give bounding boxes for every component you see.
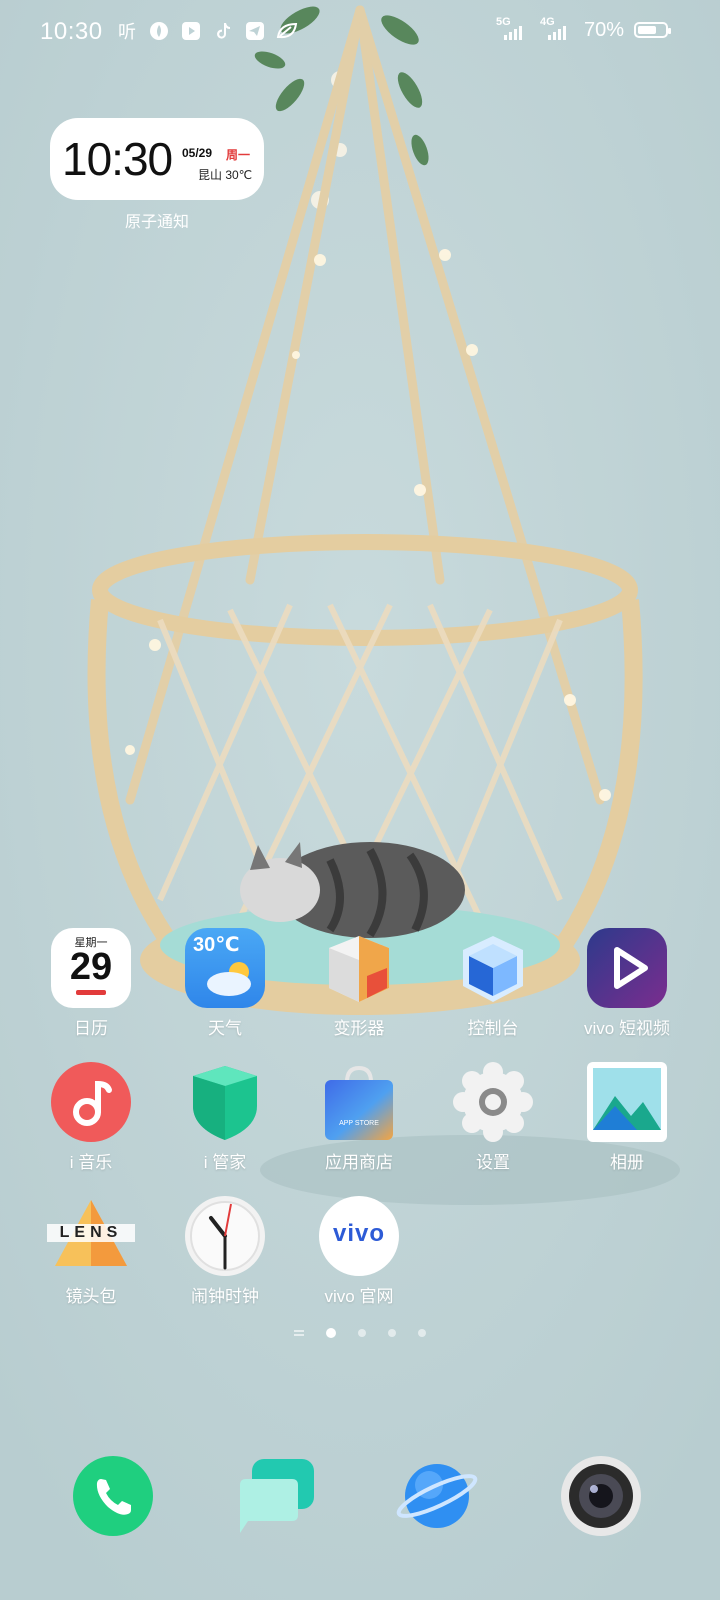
app-label: i 管家 [203, 1153, 247, 1172]
weather-icon: 30℃ [185, 928, 265, 1008]
app-settings[interactable]: 设置 [438, 1062, 548, 1173]
vivo-site-icon: vivo [319, 1196, 399, 1276]
app-short-video[interactable]: vivo 短视频 [572, 928, 682, 1039]
transformer-cube-icon [319, 928, 399, 1008]
app-vivo-site[interactable]: vivo vivo 官网 [304, 1196, 414, 1307]
app-label: i 音乐 [69, 1153, 113, 1172]
widget-time: 10:30 [62, 133, 173, 185]
page-dot-2[interactable] [358, 1329, 366, 1337]
app-console[interactable]: 控制台 [438, 928, 548, 1039]
ting-icon: 听 [118, 22, 136, 42]
lens-icon: LENS [47, 1196, 135, 1276]
app-label: vivo 官网 [324, 1287, 394, 1306]
page-indicator[interactable] [0, 1328, 720, 1338]
app-label: 应用商店 [325, 1153, 393, 1172]
app-label: 镜头包 [65, 1287, 117, 1306]
vivo-logo-text: vivo [332, 1220, 386, 1247]
widget-date: 05/29 [182, 146, 213, 160]
tiktok-icon [212, 20, 234, 42]
clock-icon [185, 1196, 265, 1276]
app-store-icon: APP STORE [319, 1062, 399, 1142]
app-music[interactable]: i 音乐 [36, 1062, 146, 1173]
status-bar: 10:30 听 5G 4G 70% [0, 0, 720, 70]
signal-5g-icon: 5G [496, 16, 530, 42]
app-lens[interactable]: LENS 镜头包 [36, 1196, 146, 1307]
clock-weather-widget[interactable]: 10:30 05/29 周一 昆山 30℃ [50, 118, 264, 200]
app-gallery[interactable]: 相册 [572, 1062, 682, 1173]
wallpaper-image [0, 0, 720, 1600]
browser-flame-icon [148, 20, 170, 42]
lens-logo-text: LENS [47, 1224, 135, 1242]
app-security-manager[interactable]: i 管家 [170, 1062, 280, 1173]
battery-icon [634, 22, 671, 38]
gallery-icon [587, 1062, 667, 1142]
app-label: 相册 [610, 1153, 644, 1172]
app-transformer[interactable]: 变形器 [304, 928, 414, 1039]
widget-caption: 原子通知 [124, 214, 189, 231]
dock-camera[interactable] [560, 1455, 642, 1537]
calendar-icon: 星期一 29 [51, 928, 131, 1008]
security-manager-icon [185, 1062, 265, 1142]
app-label: 控制台 [467, 1019, 519, 1038]
short-video-icon [587, 928, 667, 1008]
dock-browser[interactable] [396, 1455, 478, 1537]
status-right-group: 5G 4G 70% [496, 16, 671, 42]
app-label: vivo 短视频 [584, 1019, 670, 1038]
console-cube-icon [453, 928, 533, 1008]
music-icon [51, 1062, 131, 1142]
page-dot-3[interactable] [388, 1329, 396, 1337]
app-label: 天气 [208, 1019, 242, 1038]
page-dot-minus-one[interactable] [294, 1330, 304, 1336]
camera-icon [561, 1456, 641, 1536]
app-label: 闹钟时钟 [191, 1287, 259, 1306]
phone-icon [73, 1456, 153, 1536]
app-store-bag-text: APP STORE [339, 1120, 379, 1127]
browser-planet-icon [396, 1464, 478, 1528]
settings-gear-icon [453, 1062, 533, 1142]
widget-weekday: 周一 [226, 148, 251, 162]
page-dot-1[interactable] [326, 1328, 336, 1338]
dock-phone[interactable] [72, 1455, 154, 1537]
app-app-store[interactable]: APP STORE 应用商店 [304, 1062, 414, 1173]
battery-percent: 70% [583, 18, 624, 41]
app-clock[interactable]: 闹钟时钟 [170, 1196, 280, 1307]
app-label: 设置 [476, 1153, 510, 1172]
calendar-day: 29 [69, 946, 113, 988]
leaf-icon [276, 20, 298, 42]
notification-icons: 听 [116, 20, 298, 42]
app-label: 变形器 [333, 1019, 385, 1038]
status-time: 10:30 [40, 18, 103, 45]
dock-messages[interactable] [234, 1455, 316, 1537]
telegram-icon [244, 20, 266, 42]
app-label: 日历 [74, 1019, 108, 1038]
widget-location-weather: 昆山 30℃ [198, 168, 253, 182]
page-dot-4[interactable] [418, 1329, 426, 1337]
video-play-icon [180, 20, 202, 42]
signal-4g-icon: 4G [540, 16, 574, 42]
app-weather[interactable]: 30℃ 天气 [170, 928, 280, 1039]
messages-icon [240, 1459, 314, 1533]
app-calendar[interactable]: 星期一 29 日历 [36, 928, 146, 1039]
